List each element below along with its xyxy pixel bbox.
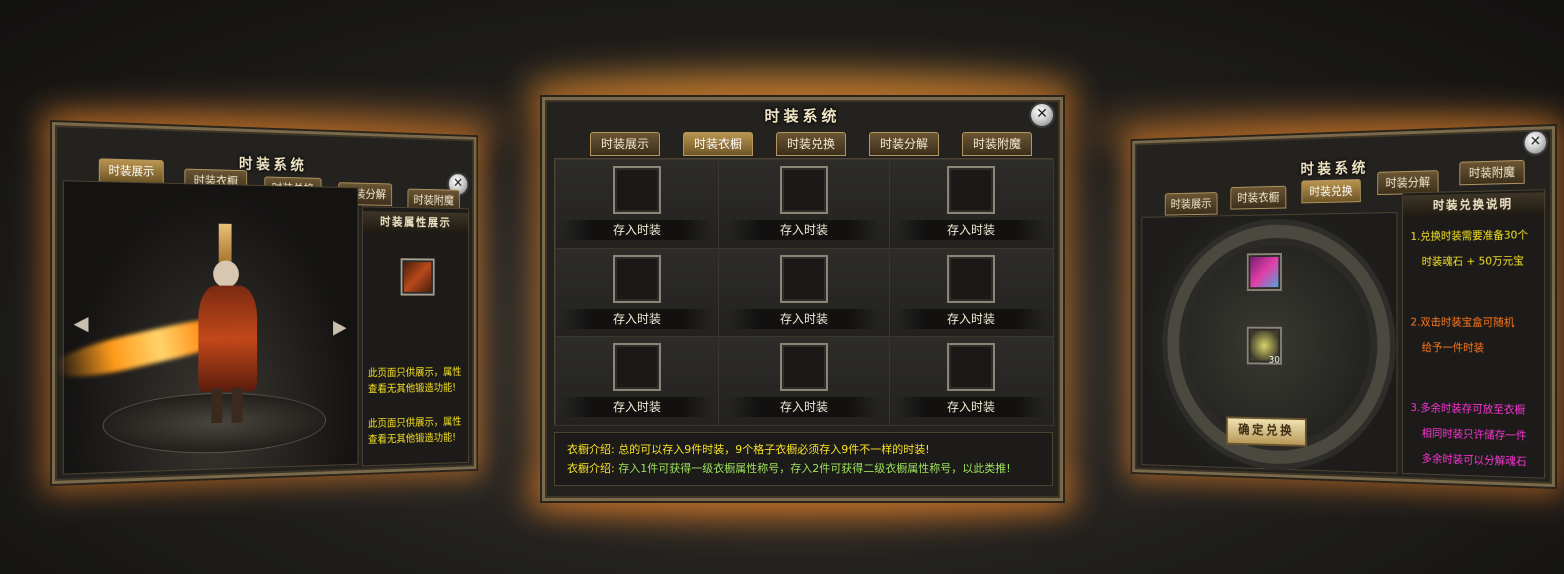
store-fashion-label[interactable]: 存入时装 [729,220,879,240]
explanation-title: 时装兑换说明 [1403,192,1545,217]
rule-3a: 3.多余时装存可放至衣橱 [1410,401,1526,417]
close-icon[interactable]: ✕ [1029,102,1055,128]
wardrobe-slot[interactable]: 存入时装 [718,248,890,337]
info-note-1: 此页面只供展示，属性查看无其他锻造功能! [367,365,462,395]
slot-frame[interactable] [947,255,995,303]
exchange-area: 30 确定兑换 [1141,212,1398,474]
fashion-box-slot[interactable] [1246,253,1282,291]
info-text: 存入1件可获得一级衣橱属性称号，存入2件可获得二级衣橱属性称号，以此类推! [618,462,1011,475]
wardrobe-slot[interactable]: 存入时装 [718,336,890,426]
tab-fashion-enchant[interactable]: 时装附魔 [1459,159,1525,186]
wardrobe-slot[interactable]: 存入时装 [555,336,719,426]
tab-fashion-display[interactable]: 时装展示 [98,158,164,184]
store-fashion-label[interactable]: 存入时装 [729,309,879,329]
center-fashion-window: 时装系统 ✕ 时装展示 时装衣橱 时装兑换 时装分解 时装附魔 存入时装 存入时… [542,97,1063,501]
character-figure [193,223,266,427]
right-fashion-window: 时装系统 ✕ 时装展示 时装衣橱 时装兑换 时装分解 时装附魔 30 确定兑换 … [1132,126,1555,487]
wardrobe-slot[interactable]: 存入时装 [889,248,1054,337]
store-fashion-label[interactable]: 存入时装 [562,397,712,417]
slot-frame[interactable] [780,166,828,214]
slot-frame[interactable] [947,343,995,391]
slot-frame[interactable] [780,255,828,303]
left-fashion-window: 时装系统 ✕ 时装展示 时装衣橱 时装兑换 时装分解 时装附魔 ◀ ▶ 时装属性… [52,122,477,484]
next-arrow-icon[interactable]: ▶ [333,315,346,338]
info-line-1: 衣橱介绍: 总的可以存入9件时装，9个格子衣橱必须存入9件不一样的时装! [567,441,1047,458]
exchange-explanation: 时装兑换说明 1.兑换时装需要准备30个 时装魂石 + 50万元宝 2.双击时装… [1402,189,1546,479]
store-fashion-label[interactable]: 存入时装 [562,309,712,329]
tab-fashion-wardrobe[interactable]: 时装衣橱 [683,132,753,156]
confirm-exchange-button[interactable]: 确定兑换 [1226,416,1307,447]
wardrobe-slot[interactable]: 存入时装 [718,159,890,249]
tab-fashion-exchange[interactable]: 时装兑换 [776,132,846,156]
wardrobe-slot[interactable]: 存入时装 [889,159,1054,249]
rule-1b: 时装魂石 + 50万元宝 [1421,254,1524,269]
tab-fashion-display[interactable]: 时装展示 [590,132,660,156]
store-fashion-label[interactable]: 存入时装 [729,397,879,417]
wardrobe-slot[interactable]: 存入时装 [555,159,719,249]
rule-2a: 2.双击时装宝盒可随机 [1410,315,1515,329]
tab-fashion-exchange[interactable]: 时装兑换 [1301,179,1361,204]
tab-fashion-display[interactable]: 时装展示 [1164,192,1218,216]
fashion-item-slot[interactable] [400,258,435,296]
window-title: 时装系统 [764,107,841,125]
store-fashion-label[interactable]: 存入时装 [896,309,1046,329]
tab-fashion-decompose[interactable]: 时装分解 [869,132,939,156]
store-fashion-label[interactable]: 存入时装 [896,220,1046,240]
rule-1a: 1.兑换时装需要准备30个 [1410,228,1529,243]
wardrobe-slot[interactable]: 存入时装 [555,248,719,337]
info-label: 衣橱介绍: [567,462,615,475]
info-text: 总的可以存入9件时装，9个格子衣橱必须存入9件不一样的时装! [618,443,930,456]
info-label: 衣橱介绍: [567,443,615,456]
rule-3c: 多余时装可以分解魂石 [1421,452,1527,469]
store-fashion-label[interactable]: 存入时装 [562,220,712,240]
wardrobe-info: 衣橱介绍: 总的可以存入9件时装，9个格子衣橱必须存入9件不一样的时装! 衣橱介… [554,432,1053,486]
rule-3b: 相同时装只许储存一件 [1421,426,1527,443]
info-note-2: 此页面只供展示，属性查看无其他锻造功能! [367,415,462,446]
prev-arrow-icon[interactable]: ◀ [74,311,89,335]
slot-frame[interactable] [613,343,661,391]
tab-fashion-wardrobe[interactable]: 时装衣橱 [1230,185,1287,210]
wardrobe-slot[interactable]: 存入时装 [889,336,1054,426]
rule-2b: 给予一件时装 [1421,341,1485,355]
slot-frame[interactable] [613,166,661,214]
soul-stone-count: 30 [1268,355,1280,366]
wardrobe-grid: 存入时装 存入时装 存入时装 存入时装 存入时装 存入时装 存入时装 存入时装 … [554,158,1054,426]
tab-fashion-enchant[interactable]: 时装附魔 [962,132,1032,156]
attribute-title: 时装属性展示 [362,210,469,234]
slot-frame[interactable] [947,166,995,214]
slot-frame[interactable] [780,343,828,391]
store-fashion-label[interactable]: 存入时装 [896,397,1046,417]
character-preview: ◀ ▶ [52,180,359,475]
info-line-2: 衣橱介绍: 存入1件可获得一级衣橱属性称号，存入2件可获得二级衣橱属性称号，以此… [567,460,1057,477]
slot-frame[interactable] [613,255,661,303]
attribute-panel: 时装属性展示 此页面只供展示，属性查看无其他锻造功能! 此页面只供展示，属性查看… [361,206,469,467]
